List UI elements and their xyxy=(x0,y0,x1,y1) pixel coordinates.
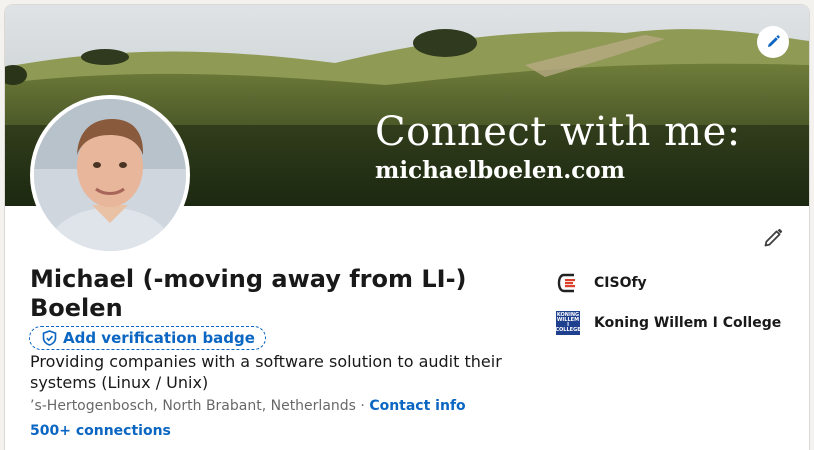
edit-banner-button[interactable] xyxy=(757,26,789,58)
separator-dot: · xyxy=(355,398,370,414)
pencil-icon xyxy=(768,35,780,47)
banner-headline: Connect with me: xyxy=(375,109,741,155)
profile-location: ’s-Hertogenbosch, North Brabant, Netherl… xyxy=(30,398,356,414)
add-verification-badge-button[interactable]: Add verification badge xyxy=(29,326,266,350)
profile-photo xyxy=(34,99,186,251)
experience-item-koning-willem[interactable]: KONING WILLEM I COLLEGE Koning Willem I … xyxy=(555,311,782,335)
location-row: ’s-Hertogenbosch, North Brabant, Netherl… xyxy=(30,398,466,414)
experience-name: Koning Willem I College xyxy=(594,315,782,331)
profile-card: Connect with me: michaelboelen.com Micha… xyxy=(5,5,809,450)
verification-badge-label: Add verification badge xyxy=(63,329,255,347)
connections-link[interactable]: 500+ connections xyxy=(30,423,171,439)
contact-info-link[interactable]: Contact info xyxy=(369,398,465,414)
experience-name: CISOfy xyxy=(594,275,647,291)
profile-name: Michael (-moving away from LI-) Boelen xyxy=(30,265,467,322)
koning-willem-college-logo: KONING WILLEM I COLLEGE xyxy=(555,311,581,335)
shield-check-icon xyxy=(42,330,57,346)
cisofy-logo xyxy=(556,271,580,295)
edit-intro-button[interactable] xyxy=(761,226,785,250)
pencil-icon xyxy=(764,228,783,247)
experience-item-cisofy[interactable]: CISOfy xyxy=(556,271,647,295)
profile-headline: Providing companies with a software solu… xyxy=(30,352,502,392)
profile-avatar[interactable] xyxy=(30,95,190,255)
banner-website: michaelboelen.com xyxy=(375,157,625,184)
